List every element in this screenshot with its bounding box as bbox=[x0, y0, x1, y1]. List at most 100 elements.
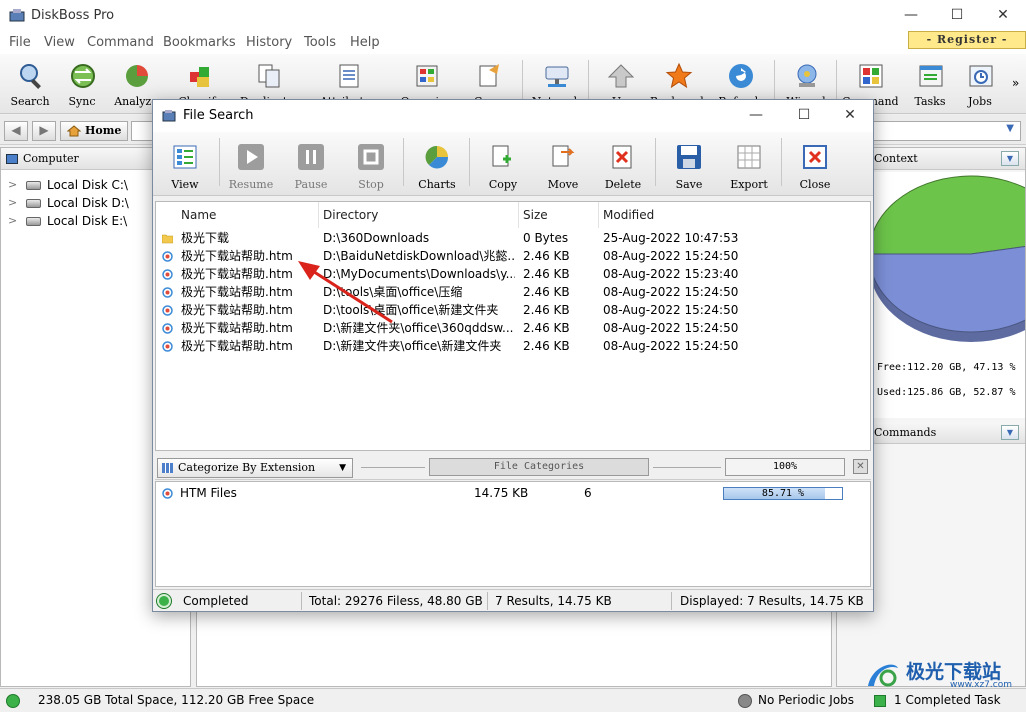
toolbar-jobs-button[interactable]: Jobs bbox=[952, 54, 1008, 114]
dialog-close-tool-button[interactable]: Close bbox=[785, 132, 845, 196]
dialog-minimize-button[interactable]: — bbox=[733, 100, 779, 132]
column-header-modified[interactable]: Modified bbox=[599, 202, 749, 228]
minimize-button[interactable]: — bbox=[888, 0, 934, 32]
category-row[interactable]: HTM Files 14.75 KB 6 85.71 % bbox=[156, 484, 870, 502]
chevron-right-icon[interactable]: > bbox=[8, 176, 17, 194]
row-size: 2.46 KB bbox=[523, 285, 570, 299]
table-row[interactable]: 极光下载站帮助.htm D:\BaiduNetdiskDownload\兆懿...… bbox=[156, 247, 870, 265]
resume-icon bbox=[238, 144, 264, 170]
close-button[interactable]: ✕ bbox=[980, 0, 1026, 32]
category-percent-text: 85.71 % bbox=[761, 488, 805, 499]
toolbar-sync-button[interactable]: Sync bbox=[54, 54, 110, 114]
dialog-close-button[interactable]: ✕ bbox=[827, 100, 873, 132]
duplicates-icon bbox=[258, 64, 280, 88]
toolbar-more-button[interactable]: » bbox=[1012, 76, 1019, 90]
dialog-export-button[interactable]: Export bbox=[719, 132, 779, 196]
toolbar-search-button[interactable]: Search bbox=[2, 54, 58, 114]
table-row[interactable]: 极光下载站帮助.htm D:\新建文件夹\office\新建文件夹 2.46 KB 0… bbox=[156, 337, 870, 355]
dialog-stop-button[interactable]: Stop bbox=[341, 132, 401, 196]
htm-file-icon bbox=[162, 341, 173, 352]
toolbar-separator bbox=[781, 138, 782, 186]
row-modified: 25-Aug-2022 10:47:53 bbox=[603, 231, 739, 245]
wizard-icon bbox=[797, 64, 817, 87]
free-space-label: Free:112.20 GB, 47.13 % bbox=[877, 362, 1016, 373]
completed-task-icon bbox=[874, 695, 886, 707]
category-close-button[interactable]: ✕ bbox=[853, 459, 868, 474]
row-modified: 08-Aug-2022 15:24:50 bbox=[603, 249, 739, 263]
copy-icon bbox=[492, 145, 511, 167]
menu-file[interactable]: File bbox=[9, 35, 31, 50]
dialog-pause-button[interactable]: Pause bbox=[281, 132, 341, 196]
menu-bar: File View Command Bookmarks History Tool… bbox=[0, 32, 1026, 54]
divider bbox=[301, 592, 302, 610]
forward-button[interactable]: ▶ bbox=[32, 121, 56, 141]
export-icon bbox=[737, 145, 761, 169]
table-row[interactable]: 极光下载站帮助.htm D:\tools\桌面\office\压缩 2.46 KB 0… bbox=[156, 283, 870, 301]
menu-view[interactable]: View bbox=[44, 35, 75, 50]
dialog-maximize-button[interactable]: ☐ bbox=[781, 100, 827, 132]
dialog-resume-button[interactable]: Resume bbox=[221, 132, 281, 196]
register-button[interactable]: - Register - bbox=[908, 31, 1026, 49]
home-icon bbox=[67, 125, 81, 137]
chevron-right-icon[interactable]: > bbox=[8, 212, 17, 230]
file-categories-title: File Categories bbox=[429, 458, 649, 476]
categorize-select[interactable]: Categorize By Extension ▼ bbox=[157, 458, 353, 478]
toolbar-separator bbox=[655, 138, 656, 186]
folder-icon bbox=[162, 234, 173, 244]
file-search-dialog: File Search — ☐ ✕ View Resume Pause Stop… bbox=[152, 99, 874, 612]
table-row[interactable]: 极光下载站帮助.htm D:\tools\桌面\office\新建文件夹 2.46 … bbox=[156, 301, 870, 319]
column-header-size[interactable]: Size bbox=[519, 202, 599, 228]
table-row[interactable]: 极光下载站帮助.htm D:\新建文件夹\office\360qddsw... 2.… bbox=[156, 319, 870, 337]
refresh-icon bbox=[729, 64, 753, 88]
table-row[interactable]: 极光下载 D:\360Downloads 0 Bytes 25-Aug-2022 10… bbox=[156, 229, 870, 247]
htm-file-icon bbox=[162, 323, 173, 334]
view-icon bbox=[173, 145, 197, 169]
annotation-arrow bbox=[298, 261, 393, 324]
dialog-title-bar: File Search — ☐ ✕ bbox=[153, 100, 873, 132]
htm-file-icon bbox=[162, 251, 173, 262]
jobs-icon bbox=[969, 65, 993, 87]
maximize-button[interactable]: ☐ bbox=[934, 0, 980, 32]
dialog-save-button[interactable]: Save bbox=[659, 132, 719, 196]
row-modified: 08-Aug-2022 15:24:50 bbox=[603, 303, 739, 317]
search-icon bbox=[20, 64, 41, 89]
computer-icon bbox=[6, 154, 18, 164]
periodic-jobs-text[interactable]: No Periodic Jobs bbox=[758, 693, 854, 707]
home-button[interactable]: Home bbox=[60, 121, 128, 141]
toolbar-tasks-button[interactable]: Tasks bbox=[902, 54, 958, 114]
menu-bookmarks[interactable]: Bookmarks bbox=[163, 35, 236, 50]
divider bbox=[487, 592, 488, 610]
dialog-view-button[interactable]: View bbox=[155, 132, 215, 196]
organize-icon bbox=[416, 65, 438, 87]
dialog-delete-button[interactable]: Delete bbox=[593, 132, 653, 196]
column-header-directory[interactable]: Directory bbox=[319, 202, 519, 228]
table-row[interactable]: 极光下载站帮助.htm D:\MyDocuments\Downloads\y...… bbox=[156, 265, 870, 283]
save-icon bbox=[677, 145, 701, 169]
search-results-table: Name Directory Size Modified 极光下载 D:\360D… bbox=[155, 201, 871, 451]
chevron-right-icon[interactable]: > bbox=[8, 194, 17, 212]
analyze-icon bbox=[126, 65, 148, 87]
watermark-logo: 极光下载站 www.xz7.com bbox=[862, 656, 1026, 696]
commands-dropdown-icon[interactable]: ▼ bbox=[1001, 425, 1019, 440]
divider bbox=[361, 467, 425, 468]
displayed-count-text: Displayed: 7 Results, 14.75 KB bbox=[680, 594, 864, 608]
menu-tools[interactable]: Tools bbox=[304, 35, 336, 50]
close-icon bbox=[803, 145, 827, 169]
context-dropdown-icon[interactable]: ▼ bbox=[1001, 151, 1019, 166]
menu-command[interactable]: Command bbox=[87, 35, 154, 50]
address-dropdown-icon[interactable]: ▼ bbox=[1006, 123, 1014, 134]
charts-icon bbox=[425, 145, 449, 169]
column-header-name[interactable]: Name bbox=[177, 202, 319, 228]
dialog-move-button[interactable]: Move bbox=[533, 132, 593, 196]
dialog-copy-button[interactable]: Copy bbox=[473, 132, 533, 196]
divider bbox=[653, 467, 721, 468]
menu-help[interactable]: Help bbox=[350, 35, 380, 50]
row-modified: 08-Aug-2022 15:24:50 bbox=[603, 339, 739, 353]
row-name: 极光下载 bbox=[181, 231, 230, 245]
dialog-charts-button[interactable]: Charts bbox=[407, 132, 467, 196]
row-size: 2.46 KB bbox=[523, 303, 570, 317]
menu-history[interactable]: History bbox=[246, 35, 292, 50]
row-name: 极光下载站帮助.htm bbox=[181, 339, 293, 353]
back-button[interactable]: ◀ bbox=[4, 121, 28, 141]
category-list: HTM Files 14.75 KB 6 85.71 % bbox=[155, 481, 871, 587]
